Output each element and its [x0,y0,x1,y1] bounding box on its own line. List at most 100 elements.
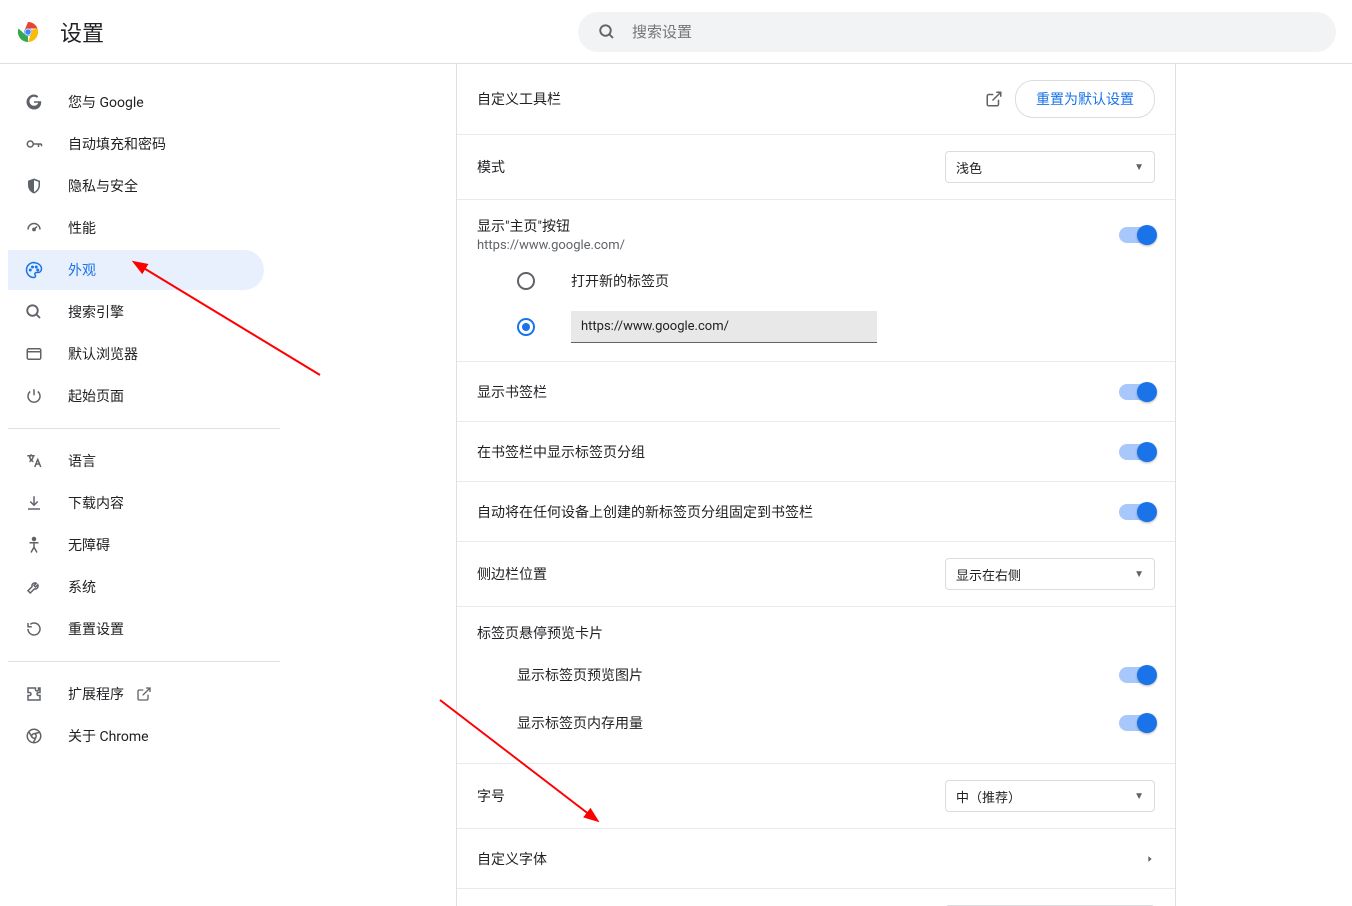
sidebar-item-label: 关于 Chrome [68,726,149,746]
radio-new-tab[interactable]: 打开新的标签页 [517,261,1155,301]
chrome-icon [24,726,44,746]
mode-row: 模式 浅色 ▼ [457,135,1175,200]
chevron-down-icon: ▼ [1134,569,1144,580]
speed-icon [24,218,44,238]
sidebar-item-reset[interactable]: 重置设置 [8,609,264,649]
dropdown-value: 中（推荐） [956,787,1021,806]
mode-dropdown[interactable]: 浅色 ▼ [945,151,1155,183]
sidebar-item-autofill[interactable]: 自动填充和密码 [8,124,264,164]
home-button-toggle[interactable] [1119,227,1155,243]
download-icon [24,493,44,513]
page-title: 设置 [60,16,104,48]
sidebar-item-label: 性能 [68,218,96,238]
sidebar-divider [8,661,280,662]
sidebar-divider [8,428,280,429]
content-area: 自定义工具栏 重置为默认设置 模式 浅色 ▼ 显示"主页"按钮 https://… [280,64,1352,906]
accessibility-icon [24,535,44,555]
shield-icon [24,176,44,196]
translate-icon [24,451,44,471]
custom-font-row[interactable]: 自定义字体 [457,829,1175,889]
font-size-label: 字号 [477,786,945,806]
page-zoom-row: 网页缩放 100% ▼ [457,889,1175,906]
chevron-down-icon: ▼ [1134,162,1144,173]
font-size-dropdown[interactable]: 中（推荐） ▼ [945,780,1155,812]
chrome-logo-icon [16,20,40,44]
radio-custom-url[interactable] [517,301,1155,353]
sidebar-item-label: 隐私与安全 [68,176,138,196]
memory-usage-toggle[interactable] [1119,715,1155,731]
extension-icon [24,684,44,704]
home-button-url: https://www.google.com/ [477,238,1119,253]
google-icon [24,92,44,112]
custom-toolbar-row[interactable]: 自定义工具栏 重置为默认设置 [457,64,1175,135]
sidebar-item-performance[interactable]: 性能 [8,208,264,248]
search-input[interactable] [632,23,1316,41]
sidebar-item-label: 起始页面 [68,386,124,406]
power-icon [24,386,44,406]
font-size-row: 字号 中（推荐） ▼ [457,764,1175,829]
sidebar-item-privacy[interactable]: 隐私与安全 [8,166,264,206]
sidebar-item-label: 自动填充和密码 [68,134,166,154]
chevron-down-icon: ▼ [1134,791,1144,802]
header: 设置 [0,0,1352,64]
sidebar-item-about[interactable]: 关于 Chrome [8,716,264,756]
auto-pin-label: 自动将在任何设备上创建的新标签页分组固定到书签栏 [477,502,1119,522]
dropdown-value: 浅色 [956,158,982,177]
reset-icon [24,619,44,639]
sidebar-item-google[interactable]: 您与 Google [8,82,264,122]
sidebar-item-label: 您与 Google [68,92,144,112]
hover-card-title: 标签页悬停预览卡片 [477,607,1155,651]
home-button-row: 显示"主页"按钮 https://www.google.com/ 打开新的标签页 [457,200,1175,362]
hover-card-section: 标签页悬停预览卡片 显示标签页预览图片 显示标签页内存用量 [457,607,1175,764]
mode-label: 模式 [477,157,945,177]
custom-toolbar-label: 自定义工具栏 [477,89,985,109]
wrench-icon [24,577,44,597]
memory-usage-row: 显示标签页内存用量 [477,699,1155,747]
key-icon [24,134,44,154]
radio-circle-checked-icon [517,318,535,336]
show-tab-groups-label: 在书签栏中显示标签页分组 [477,442,1119,462]
sidebar-item-default-browser[interactable]: 默认浏览器 [8,334,264,374]
sidebar-item-label: 重置设置 [68,619,124,639]
sidebar-item-label: 扩展程序 [68,684,124,704]
sidebar-item-label: 外观 [68,260,96,280]
sidebar-item-label: 默认浏览器 [68,344,138,364]
preview-image-label: 显示标签页预览图片 [517,665,1119,685]
browser-icon [24,344,44,364]
sidebar-position-label: 侧边栏位置 [477,564,945,584]
show-tab-groups-row: 在书签栏中显示标签页分组 [457,422,1175,482]
sidebar-item-downloads[interactable]: 下载内容 [8,483,264,523]
sidebar: 您与 Google 自动填充和密码 隐私与安全 性能 外观 [0,64,280,906]
sidebar-item-search-engine[interactable]: 搜索引擎 [8,292,264,332]
radio-label: 打开新的标签页 [571,271,669,291]
auto-pin-row: 自动将在任何设备上创建的新标签页分组固定到书签栏 [457,482,1175,542]
radio-circle-icon [517,272,535,290]
preview-image-row: 显示标签页预览图片 [477,651,1155,699]
sidebar-item-label: 系统 [68,577,96,597]
show-tab-groups-toggle[interactable] [1119,444,1155,460]
search-box[interactable] [578,12,1336,52]
search-icon [24,302,44,322]
external-link-icon[interactable] [985,90,1003,108]
sidebar-item-accessibility[interactable]: 无障碍 [8,525,264,565]
reset-button[interactable]: 重置为默认设置 [1015,80,1155,118]
preview-image-toggle[interactable] [1119,667,1155,683]
memory-usage-label: 显示标签页内存用量 [517,713,1119,733]
sidebar-position-row: 侧边栏位置 显示在右侧 ▼ [457,542,1175,607]
sidebar-item-system[interactable]: 系统 [8,567,264,607]
sidebar-item-language[interactable]: 语言 [8,441,264,481]
sidebar-item-startup[interactable]: 起始页面 [8,376,264,416]
home-url-input[interactable] [571,311,877,343]
sidebar-item-label: 搜索引擎 [68,302,124,322]
sidebar-item-appearance[interactable]: 外观 [8,250,264,290]
show-bookmarks-toggle[interactable] [1119,384,1155,400]
custom-font-label: 自定义字体 [477,849,1145,869]
external-link-icon [136,686,152,702]
home-button-label: 显示"主页"按钮 [477,216,1119,236]
sidebar-item-extensions[interactable]: 扩展程序 [8,674,264,714]
show-bookmarks-row: 显示书签栏 [457,362,1175,422]
sidebar-item-label: 无障碍 [68,535,110,555]
sidebar-position-dropdown[interactable]: 显示在右侧 ▼ [945,558,1155,590]
palette-icon [24,260,44,280]
auto-pin-toggle[interactable] [1119,504,1155,520]
